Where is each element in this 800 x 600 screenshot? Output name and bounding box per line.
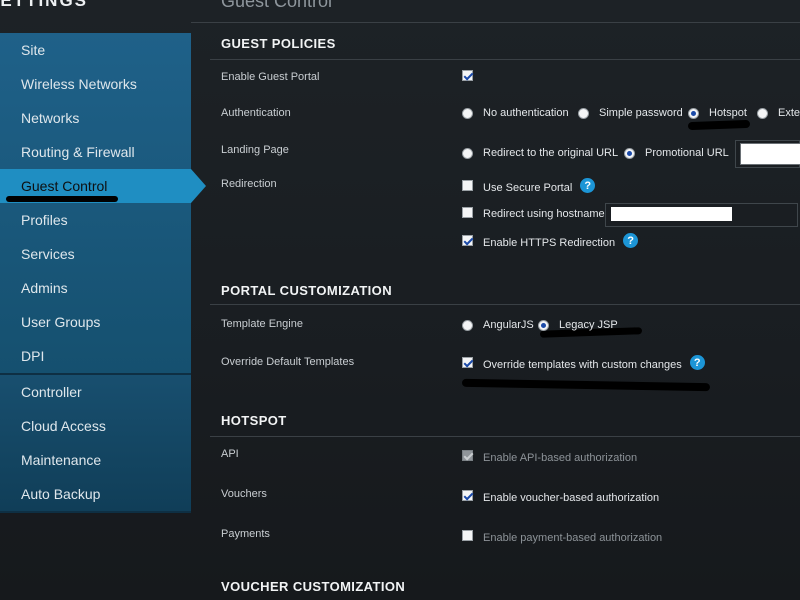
https-redirection-label: Enable HTTPS Redirection (483, 237, 616, 249)
sidebar-group-controller: Controller Cloud Access Maintenance Auto… (0, 375, 191, 513)
secure-portal-label: Use Secure Portal (483, 182, 573, 194)
help-icon[interactable]: ? (623, 233, 639, 248)
enable-guest-portal-option (462, 70, 483, 81)
voucher-authorization-option[interactable]: Enable voucher-based authorization (462, 487, 659, 504)
marker-scribble (687, 119, 751, 131)
label-landing-page: Landing Page (221, 144, 289, 156)
payment-authorization-checkbox[interactable] (462, 530, 473, 541)
auth-option-label: Hotspot (709, 107, 747, 119)
sidebar-item-admins[interactable]: Admins (0, 271, 191, 305)
label-template-engine: Template Engine (221, 318, 303, 330)
sidebar-item-services[interactable]: Services (0, 237, 191, 271)
template-radio-angularjs[interactable] (462, 319, 473, 331)
sidebar-item-cloud-access[interactable]: Cloud Access (0, 409, 191, 443)
override-templates-checkbox[interactable] (462, 357, 473, 368)
sidebar-item-wireless-networks[interactable]: Wireless Networks (0, 67, 191, 101)
section-title-guest-policies: GUEST POLICIES (221, 36, 336, 51)
template-radio-legacy-jsp[interactable] (538, 319, 549, 331)
section-title-hotspot: HOTSPOT (221, 413, 287, 428)
sidebar-group-site: Site Wireless Networks Networks Routing … (0, 33, 206, 375)
api-authorization-checkbox (462, 450, 473, 461)
auth-option-label: No authentication (483, 107, 569, 119)
divider (210, 304, 800, 305)
divider (210, 436, 800, 437)
template-option-legacy-jsp[interactable]: Legacy JSP (538, 319, 618, 331)
promotional-url-input[interactable] (740, 143, 800, 165)
auth-radio-simple-password[interactable] (578, 107, 589, 119)
sidebar-item-routing-firewall[interactable]: Routing & Firewall (0, 135, 191, 169)
payment-authorization-option[interactable]: Enable payment-based authorization (462, 527, 662, 544)
sidebar-item-networks[interactable]: Networks (0, 101, 191, 135)
sidebar-item-profiles[interactable]: Profiles (0, 203, 191, 237)
label-authentication: Authentication (221, 107, 291, 119)
template-option-angularjs[interactable]: AngularJS (462, 319, 534, 331)
auth-option-label: Simple password (599, 107, 683, 119)
landing-option-promotional-url[interactable]: Promotional URL (624, 147, 729, 159)
label-redirection: Redirection (221, 178, 277, 190)
sidebar-item-maintenance[interactable]: Maintenance (0, 443, 191, 477)
divider (210, 59, 800, 60)
https-redirection-checkbox[interactable] (462, 235, 473, 246)
voucher-authorization-checkbox[interactable] (462, 490, 473, 501)
auth-option-simple-password[interactable]: Simple password (578, 107, 683, 119)
label-api: API (221, 448, 239, 460)
auth-option-label: External portal server (778, 107, 800, 119)
secure-portal-checkbox[interactable] (462, 180, 473, 191)
marker-scribble (6, 196, 118, 202)
landing-option-original-url[interactable]: Redirect to the original URL (462, 147, 618, 159)
landing-option-label: Promotional URL (645, 147, 729, 159)
redirect-hostname-label: Redirect using hostname (483, 208, 605, 220)
divider (191, 22, 800, 23)
sidebar-item-dpi[interactable]: DPI (0, 339, 191, 373)
auth-radio-external[interactable] (757, 107, 768, 119)
payment-authorization-label: Enable payment-based authorization (483, 532, 663, 544)
label-vouchers: Vouchers (221, 488, 267, 500)
voucher-authorization-label: Enable voucher-based authorization (483, 492, 660, 504)
sidebar-item-controller[interactable]: Controller (0, 375, 191, 409)
app-title: SETTINGS (0, 0, 89, 10)
settings-sidebar: Site Wireless Networks Networks Routing … (0, 33, 206, 513)
template-option-label: Legacy JSP (559, 319, 618, 331)
sidebar-item-user-groups[interactable]: User Groups (0, 305, 191, 339)
auth-option-none[interactable]: No authentication (462, 107, 569, 119)
landing-radio-original-url[interactable] (462, 147, 473, 159)
redirect-hostname-input[interactable] (611, 207, 732, 221)
api-authorization-label: Enable API-based authorization (483, 452, 638, 464)
override-templates-option[interactable]: Override templates with custom changes ? (462, 354, 705, 371)
template-option-label: AngularJS (483, 319, 534, 331)
https-redirection-option[interactable]: Enable HTTPS Redirection ? (462, 232, 639, 249)
auth-option-external[interactable]: External portal server (757, 107, 800, 119)
auth-radio-hotspot[interactable] (688, 107, 699, 119)
label-payments: Payments (221, 528, 270, 540)
redirect-hostname-checkbox[interactable] (462, 206, 473, 218)
label-override-templates: Override Default Templates (221, 356, 355, 368)
secure-portal-option[interactable]: Use Secure Portal ? (462, 177, 596, 194)
enable-guest-portal-checkbox[interactable] (462, 70, 473, 81)
landing-radio-promotional-url[interactable] (624, 147, 635, 159)
redirect-hostname-option[interactable]: Redirect using hostname (462, 204, 605, 220)
auth-option-hotspot[interactable]: Hotspot (688, 107, 747, 119)
auth-radio-none[interactable] (462, 107, 473, 119)
section-title-voucher-customization: VOUCHER CUSTOMIZATION (221, 579, 406, 594)
help-icon[interactable]: ? (689, 355, 705, 370)
landing-option-label: Redirect to the original URL (483, 147, 619, 159)
section-title-portal-customization: PORTAL CUSTOMIZATION (221, 283, 392, 298)
help-icon[interactable]: ? (580, 178, 596, 193)
sidebar-item-auto-backup[interactable]: Auto Backup (0, 477, 191, 511)
redirect-hostname-wrap (605, 203, 798, 227)
marker-scribble (461, 378, 711, 392)
label-enable-guest-portal: Enable Guest Portal (221, 71, 320, 83)
override-templates-label: Override templates with custom changes (483, 359, 682, 371)
api-authorization-option: Enable API-based authorization (462, 447, 637, 464)
sidebar-item-site[interactable]: Site (0, 33, 191, 67)
promotional-url-wrap (735, 140, 800, 168)
page-title: Guest Control (221, 0, 333, 11)
